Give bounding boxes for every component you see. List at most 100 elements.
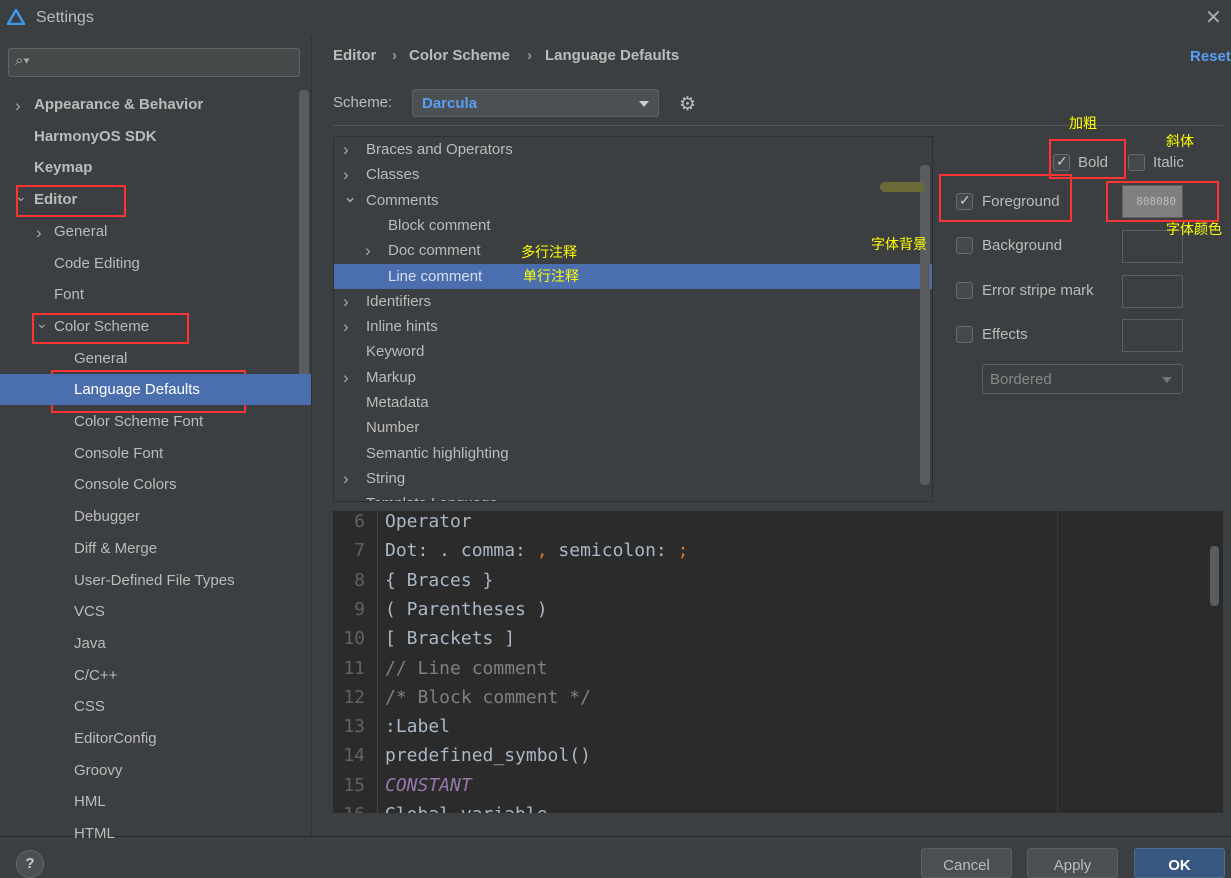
background-checkbox[interactable] (956, 237, 973, 254)
tree-item[interactable]: Line comment (334, 263, 932, 289)
sidebar-item[interactable]: HTML (74, 818, 115, 849)
tree-item[interactable]: Keyword (334, 339, 932, 364)
code-line: CONSTANT (385, 774, 472, 796)
chevron-right-icon[interactable]: › (15, 96, 21, 116)
sidebar-item-label: General (54, 222, 108, 240)
sidebar-item[interactable]: Appearance & Behavior (34, 89, 203, 120)
sidebar-item[interactable]: Language Defaults (0, 374, 311, 406)
sidebar-item[interactable]: Java (74, 628, 106, 659)
sidebar-item[interactable]: Console Colors (74, 469, 177, 500)
effects-checkbox[interactable] (956, 326, 973, 343)
sidebar-item[interactable]: Console Font (74, 438, 163, 469)
breadcrumb-editor[interactable]: Editor (333, 47, 376, 64)
tree-item[interactable]: Metadata (334, 390, 932, 415)
tree-item-label: Number (366, 419, 420, 437)
sidebar-scrollbar[interactable] (299, 90, 309, 400)
background-label: Background (982, 237, 1063, 254)
sidebar-item[interactable]: Font (54, 279, 84, 310)
error-stripe-checkbox[interactable] (956, 282, 973, 299)
sidebar-item[interactable]: HML (74, 786, 106, 817)
sidebar-item[interactable]: Diff & Merge (74, 533, 157, 564)
tree-item-label: Template Language (366, 491, 498, 501)
annotation-single-line-comment: 单行注释 (523, 268, 579, 284)
sidebar-item[interactable]: User-Defined File Types (74, 565, 235, 596)
tree-item[interactable]: Semantic highlighting (334, 441, 932, 466)
sidebar-item[interactable]: VCS (74, 596, 105, 627)
sidebar-item[interactable]: HarmonyOS SDK (34, 121, 157, 152)
line-number: 14 (343, 745, 365, 767)
code-line: predefined_symbol() (385, 745, 591, 767)
sidebar-item-label: User-Defined File Types (74, 571, 235, 589)
sidebar-item[interactable]: Editor (34, 184, 77, 215)
tree-item[interactable]: › Markup (334, 365, 932, 390)
tree-item[interactable]: › Identifiers (334, 289, 932, 314)
cancel-button[interactable]: Cancel (921, 848, 1012, 878)
tree-item[interactable]: Number (334, 415, 932, 440)
sidebar-item-label: Diff & Merge (74, 539, 158, 557)
sidebar-item[interactable]: Groovy (74, 755, 122, 786)
sidebar-item[interactable]: General (54, 216, 107, 247)
tree-item-label: String (366, 469, 406, 487)
tree-item[interactable]: Block comment (334, 213, 932, 238)
apply-button[interactable]: Apply (1027, 848, 1118, 878)
sidebar-item[interactable]: Debugger (74, 501, 140, 532)
sidebar-item-label: Color Scheme (54, 317, 150, 335)
sidebar-item-label: Java (74, 634, 106, 652)
preview-editor[interactable]: 6 Operator 7 Dot: . comma: , semicolon: ; 8 {… (333, 511, 1223, 813)
gutter-divider (377, 511, 378, 813)
chevron-right-icon[interactable]: › (36, 223, 42, 243)
search-icon: ⌕▾ (15, 52, 30, 69)
sidebar-item-label: HML (74, 793, 106, 811)
line-number: 8 (354, 569, 365, 591)
code-line: :Label (385, 716, 451, 738)
chevron-right-icon: › (343, 317, 349, 337)
sidebar-item[interactable]: General (74, 343, 127, 374)
sidebar-item[interactable]: C/C++ (74, 660, 117, 691)
chevron-down-icon[interactable]: ⌄ (15, 188, 27, 205)
effect-type-select[interactable]: Bordered (982, 364, 1183, 394)
tree-item[interactable]: › String (334, 466, 932, 491)
line-number: 11 (343, 657, 365, 679)
tree-scrollbar[interactable] (920, 165, 930, 485)
gear-icon[interactable]: ⚙ (679, 93, 696, 116)
tree-item[interactable]: › Braces and Operators (334, 137, 932, 162)
chevron-down-icon (1162, 377, 1172, 388)
code-token: ; (677, 540, 689, 562)
reset-link[interactable]: Reset (1190, 48, 1231, 65)
scheme-select[interactable]: Darcula (412, 89, 659, 117)
tree-item[interactable]: › Doc comment (334, 238, 932, 263)
sidebar-item-label: CSS (74, 698, 105, 716)
ok-button[interactable]: OK (1134, 848, 1225, 878)
sidebar-item[interactable]: EditorConfig (74, 723, 157, 754)
close-icon[interactable]: ✕ (1205, 5, 1222, 30)
editor-scrollbar[interactable] (1210, 546, 1219, 606)
scroll-indicator (880, 182, 925, 192)
sidebar-item-label: Color Scheme Font (74, 413, 204, 430)
tree-item[interactable]: › Classes (334, 162, 932, 187)
sidebar-item-label: Font (54, 286, 85, 304)
breadcrumb-language-defaults: Language Defaults (545, 47, 680, 64)
sidebar-item[interactable]: Color Scheme (54, 311, 149, 342)
sidebar-item[interactable]: Keymap (34, 152, 92, 183)
tree-item-label: Markup (366, 368, 417, 386)
tree-item[interactable]: ⌄ Comments (334, 187, 932, 213)
effects-color-swatch[interactable] (1122, 319, 1183, 352)
tree-item-label: Keyword (366, 343, 425, 361)
italic-checkbox[interactable] (1128, 154, 1145, 171)
line-number: 6 (354, 511, 365, 532)
settings-search-input[interactable]: ⌕▾ (8, 48, 300, 77)
tree-item[interactable]: › Inline hints (334, 314, 932, 339)
sidebar-item[interactable]: Code Editing (54, 248, 140, 279)
code-line: ( Parentheses ) (385, 598, 548, 620)
tree-item[interactable]: Template Language (334, 491, 932, 501)
sidebar-item[interactable]: Color Scheme Font (74, 406, 203, 437)
window-title: Settings (36, 9, 94, 26)
sidebar-item[interactable]: CSS (74, 691, 105, 722)
attribute-tree: › Braces and Operators › Classes ⌄ Comments Bl… (333, 136, 933, 502)
help-button[interactable]: ? (16, 850, 44, 878)
chevron-down-icon[interactable]: ⌄ (36, 315, 48, 332)
code-line: Global variable (385, 804, 548, 813)
error-stripe-label: Error stripe mark (982, 282, 1094, 299)
breadcrumb-color-scheme[interactable]: Color Scheme (409, 47, 510, 64)
error-stripe-color-swatch[interactable] (1122, 275, 1183, 308)
